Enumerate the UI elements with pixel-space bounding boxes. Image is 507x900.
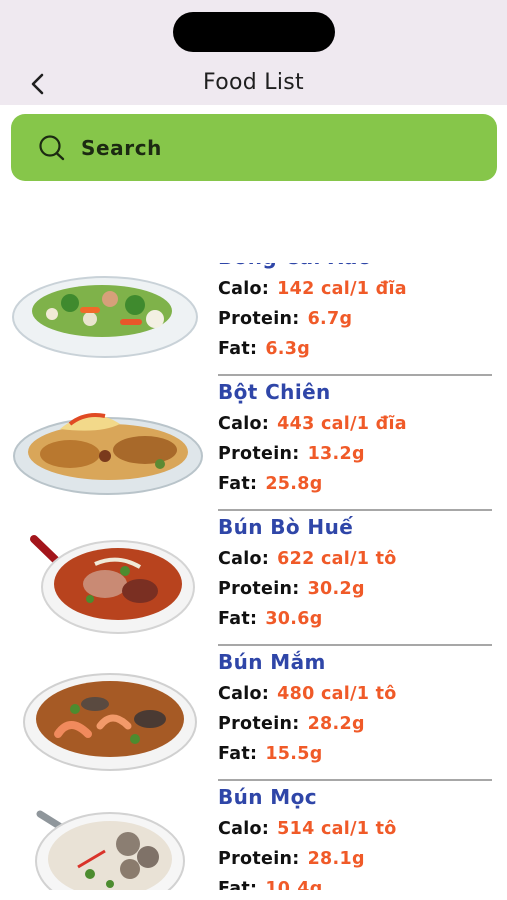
calo-label: Calo:: [218, 279, 270, 299]
protein-value: 28.2g: [307, 714, 365, 734]
calo-row: Calo: 480 cal/1 tô: [218, 679, 498, 709]
food-info: Bột Chiên Calo: 443 cal/1 đĩa Protein: 13.…: [218, 376, 498, 499]
protein-label: Protein:: [218, 849, 300, 869]
food-list[interactable]: Bông Cải Xào Calo: 142 cal/1 đĩa Protein:…: [0, 263, 507, 890]
calo-value: 480 cal/1 tô: [277, 684, 397, 704]
fat-label: Fat:: [218, 744, 258, 764]
protein-value: 28.1g: [307, 849, 365, 869]
food-image: [10, 664, 206, 774]
calo-value: 443 cal/1 đĩa: [277, 414, 407, 434]
calo-row: Calo: 622 cal/1 tô: [218, 544, 498, 574]
protein-value: 30.2g: [307, 579, 365, 599]
fat-row: Fat: 30.6g: [218, 604, 498, 634]
food-name: Bún Mắm: [218, 650, 326, 674]
food-image: [10, 799, 206, 890]
fat-value: 30.6g: [265, 609, 323, 629]
search-bar[interactable]: Search: [11, 114, 497, 181]
fat-row: Fat: 25.8g: [218, 469, 498, 499]
food-name: Bông Cải Xào: [218, 263, 498, 274]
fat-label: Fat:: [218, 609, 258, 629]
protein-label: Protein:: [218, 444, 300, 464]
fat-value: 10.4g: [265, 879, 323, 890]
food-image: [10, 263, 206, 369]
protein-row: Protein: 13.2g: [218, 439, 498, 469]
calo-value: 514 cal/1 tô: [277, 819, 397, 839]
protein-label: Protein:: [218, 714, 300, 734]
fat-value: 6.3g: [265, 339, 311, 359]
calo-value: 142 cal/1 đĩa: [277, 279, 407, 299]
protein-row: Protein: 30.2g: [218, 574, 498, 604]
food-list-item[interactable]: Bột Chiên Calo: 443 cal/1 đĩa Protein: 13.…: [0, 376, 507, 511]
fat-row: Fat: 10.4g: [218, 874, 498, 890]
food-info: Bún Bò Huế Calo: 622 cal/1 tô Protein: 30.…: [218, 511, 498, 634]
food-name: Bún Mọc: [218, 785, 317, 809]
search-icon: [37, 132, 69, 164]
protein-row: Protein: 28.2g: [218, 709, 498, 739]
calo-value: 622 cal/1 tô: [277, 549, 397, 569]
fat-label: Fat:: [218, 474, 258, 494]
food-image: [10, 394, 206, 504]
calo-row: Calo: 514 cal/1 tô: [218, 814, 498, 844]
protein-row: Protein: 28.1g: [218, 844, 498, 874]
calo-label: Calo:: [218, 684, 270, 704]
protein-row: Protein: 6.7g: [218, 304, 498, 334]
fat-label: Fat:: [218, 339, 258, 359]
food-image: [10, 529, 206, 639]
page-title: Food List: [203, 70, 304, 95]
calo-label: Calo:: [218, 549, 270, 569]
search-label: Search: [81, 135, 163, 160]
calo-row: Calo: 142 cal/1 đĩa: [218, 274, 498, 304]
top-bar: Food List: [0, 0, 507, 105]
protein-value: 6.7g: [307, 309, 353, 329]
food-list-item[interactable]: Bún Bò Huế Calo: 622 cal/1 tô Protein: 30.…: [0, 511, 507, 646]
calo-row: Calo: 443 cal/1 đĩa: [218, 409, 498, 439]
camera-notch: [173, 12, 335, 52]
food-list-item[interactable]: Bún Mắm Calo: 480 cal/1 tô Protein: 28.2g …: [0, 646, 507, 781]
calo-label: Calo:: [218, 819, 270, 839]
fat-row: Fat: 6.3g: [218, 334, 498, 364]
fat-row: Fat: 15.5g: [218, 739, 498, 769]
protein-label: Protein:: [218, 579, 300, 599]
food-info: Bún Mọc Calo: 514 cal/1 tô Protein: 28.1g …: [218, 781, 498, 890]
food-info: Bún Mắm Calo: 480 cal/1 tô Protein: 28.2g …: [218, 646, 498, 769]
food-list-item[interactable]: Bông Cải Xào Calo: 142 cal/1 đĩa Protein:…: [0, 263, 507, 376]
fat-value: 15.5g: [265, 744, 323, 764]
calo-label: Calo:: [218, 414, 270, 434]
food-list-item[interactable]: Bún Mọc Calo: 514 cal/1 tô Protein: 28.1g …: [0, 781, 507, 890]
food-info: Bông Cải Xào Calo: 142 cal/1 đĩa Protein:…: [218, 263, 498, 364]
fat-label: Fat:: [218, 879, 258, 890]
food-name: Bột Chiên: [218, 380, 331, 404]
protein-label: Protein:: [218, 309, 300, 329]
fat-value: 25.8g: [265, 474, 323, 494]
protein-value: 13.2g: [307, 444, 365, 464]
food-name: Bún Bò Huế: [218, 515, 354, 539]
